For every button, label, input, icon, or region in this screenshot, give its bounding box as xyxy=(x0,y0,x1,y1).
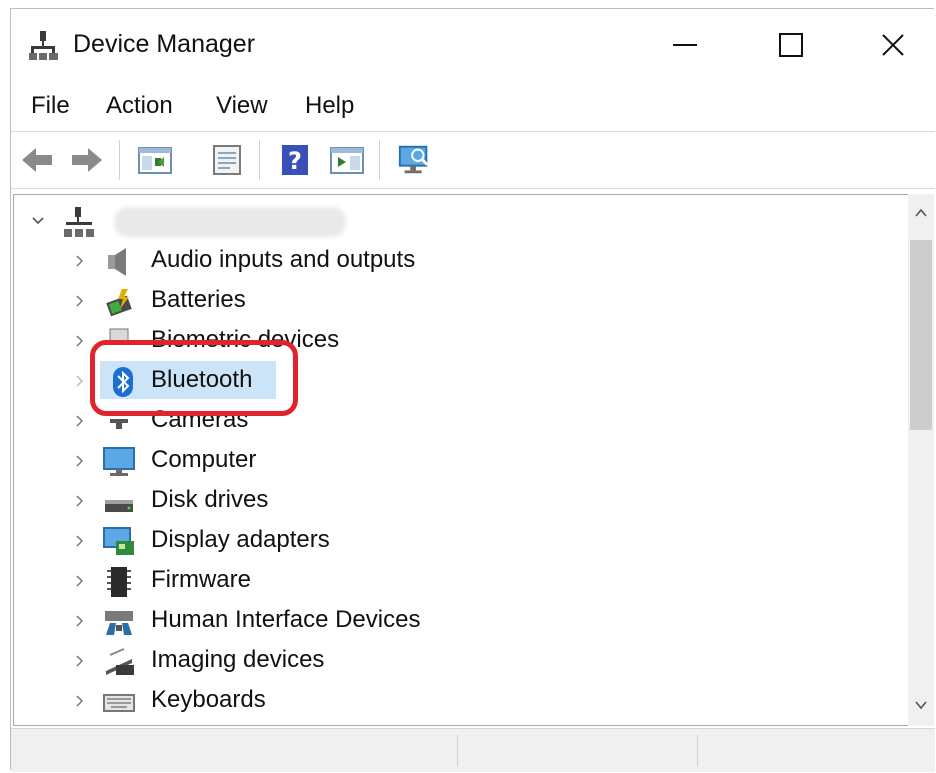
tree-item-label: Disk drives xyxy=(151,486,269,513)
tree-item-keyboards[interactable]: Keyboards xyxy=(14,681,894,721)
chevron-right-icon[interactable] xyxy=(72,573,88,589)
tree-item-display-adapters[interactable]: Display adapters xyxy=(14,521,894,561)
root-computer-name-obscured xyxy=(114,207,346,237)
tree-item-label: Batteries xyxy=(151,286,246,313)
scroll-down-button[interactable] xyxy=(908,692,934,718)
bluetooth-annotation-ring xyxy=(90,340,298,416)
window-title: Device Manager xyxy=(73,30,256,58)
tree-item-batteries[interactable]: Batteries xyxy=(14,281,894,321)
tree-item-audio[interactable]: Audio inputs and outputs xyxy=(14,241,894,281)
run-action-icon xyxy=(330,147,364,174)
close-button[interactable] xyxy=(863,21,923,69)
tree-item-label: Computer xyxy=(151,446,257,473)
minimize-button[interactable] xyxy=(655,21,715,69)
menu-help[interactable]: Help xyxy=(305,89,354,123)
menu-action[interactable]: Action xyxy=(106,89,173,123)
scan-hardware-button[interactable] xyxy=(397,142,433,178)
display-adapter-icon xyxy=(103,527,134,555)
toolbar: ? xyxy=(11,132,935,189)
run-action-button[interactable] xyxy=(329,142,365,178)
scrollbar-thumb[interactable] xyxy=(910,240,932,430)
chevron-up-icon xyxy=(915,208,927,217)
toolbar-separator xyxy=(119,140,120,180)
tree-item-label: Display adapters xyxy=(151,526,330,553)
tree-item-hid[interactable]: Human Interface Devices xyxy=(14,601,894,641)
help-button[interactable]: ? xyxy=(277,142,313,178)
properties-icon xyxy=(213,145,241,175)
chevron-right-icon[interactable] xyxy=(72,453,88,469)
tree-item-disk-drives[interactable]: Disk drives xyxy=(14,481,894,521)
battery-icon xyxy=(106,289,132,317)
maximize-button[interactable] xyxy=(761,21,821,69)
help-icon: ? xyxy=(282,145,308,175)
tree-item-imaging[interactable]: Imaging devices xyxy=(14,641,894,681)
chevron-right-icon[interactable] xyxy=(72,493,88,509)
menu-file[interactable]: File xyxy=(31,89,70,123)
tree-item-label: Firmware xyxy=(151,566,251,593)
keyboard-icon xyxy=(103,694,135,712)
disk-drive-icon xyxy=(105,500,133,512)
tree-item-computer[interactable]: Computer xyxy=(14,441,894,481)
menu-view[interactable]: View xyxy=(216,89,268,123)
minimize-icon xyxy=(673,44,697,46)
chevron-down-icon xyxy=(915,701,927,710)
device-manager-app-icon xyxy=(28,29,60,61)
maximize-icon xyxy=(779,33,803,57)
forward-icon xyxy=(72,148,102,172)
tree-item-label: Keyboards xyxy=(151,686,266,713)
back-button[interactable] xyxy=(19,142,55,178)
speaker-icon xyxy=(108,248,126,276)
status-bar xyxy=(11,728,935,772)
toolbar-separator xyxy=(259,140,260,180)
status-separator xyxy=(697,735,698,767)
title-bar[interactable]: Device Manager xyxy=(11,9,935,81)
show-hide-console-tree-icon xyxy=(138,147,172,174)
status-separator xyxy=(457,735,458,767)
tree-item-firmware[interactable]: Firmware xyxy=(14,561,894,601)
computer-root-icon xyxy=(64,207,94,237)
chevron-right-icon[interactable] xyxy=(72,613,88,629)
tree-root-row[interactable] xyxy=(14,201,894,241)
imaging-icon xyxy=(106,648,134,675)
chevron-right-icon[interactable] xyxy=(72,293,88,309)
chevron-right-icon[interactable] xyxy=(72,333,88,349)
chevron-right-icon[interactable] xyxy=(72,533,88,549)
chevron-right-icon[interactable] xyxy=(72,373,88,389)
firmware-chip-icon xyxy=(107,567,131,597)
hid-icon xyxy=(105,611,133,635)
vertical-scrollbar[interactable] xyxy=(908,194,934,726)
tree-item-label: Human Interface Devices xyxy=(151,606,421,633)
forward-button[interactable] xyxy=(69,142,105,178)
scan-hardware-icon xyxy=(398,145,429,174)
chevron-down-icon[interactable] xyxy=(30,213,46,229)
chevron-right-icon[interactable] xyxy=(72,413,88,429)
close-icon xyxy=(882,34,904,56)
menu-bar: File Action View Help xyxy=(11,81,935,132)
back-icon xyxy=(22,148,52,172)
properties-button[interactable] xyxy=(209,142,245,178)
scroll-up-button[interactable] xyxy=(908,200,934,226)
monitor-icon xyxy=(103,447,135,476)
show-hide-console-tree-button[interactable] xyxy=(137,142,173,178)
tree-item-label: Imaging devices xyxy=(151,646,325,673)
chevron-right-icon[interactable] xyxy=(72,253,88,269)
device-tree[interactable]: Audio inputs and outputs Batteries Biome… xyxy=(13,194,910,726)
svg-text:?: ? xyxy=(288,147,302,175)
toolbar-separator xyxy=(379,140,380,180)
tree-item-label: Audio inputs and outputs xyxy=(151,246,416,273)
chevron-right-icon[interactable] xyxy=(72,653,88,669)
chevron-right-icon[interactable] xyxy=(72,693,88,709)
